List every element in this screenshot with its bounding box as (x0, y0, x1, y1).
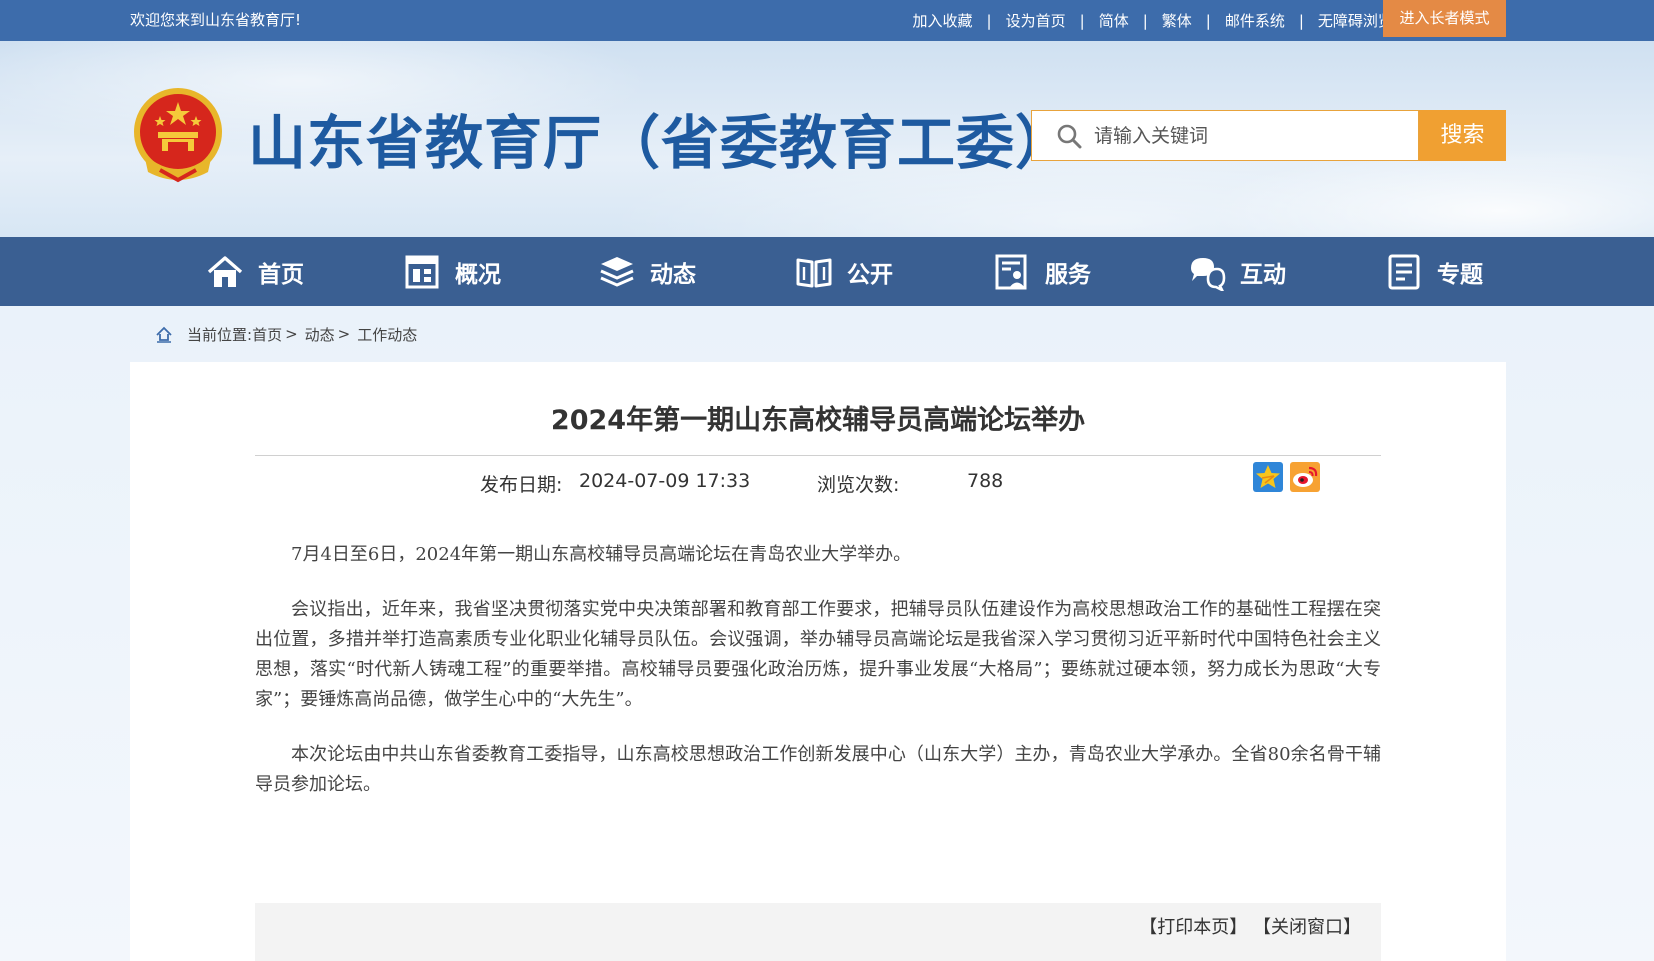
nav-item-interaction[interactable]: 互动 (1188, 237, 1286, 306)
search-box (1031, 110, 1419, 161)
nav-label: 概况 (455, 261, 501, 288)
search-button[interactable]: 搜索 (1419, 110, 1506, 161)
nav-item-overview[interactable]: 概况 (403, 237, 501, 306)
weibo-icon[interactable] (1290, 462, 1320, 492)
top-links: 加入收藏 | 设为首页 | 简体 | 繁体 | 邮件系统 | 无障碍浏览 | (913, 0, 1426, 41)
nav-label: 首页 (258, 261, 304, 288)
article-footer-bar: 【打印本页】 【关闭窗口】 (255, 903, 1381, 961)
breadcrumb-separator: > (285, 325, 298, 343)
service-icon (995, 254, 1027, 289)
nav-item-special[interactable]: 专题 (1385, 237, 1483, 306)
simplified-chinese-link[interactable]: 简体 (1099, 10, 1129, 31)
nav-item-home[interactable]: 首页 (206, 237, 304, 306)
welcome-text: 欢迎您来到山东省教育厅! (130, 11, 302, 29)
national-emblem-icon (134, 88, 222, 183)
qzone-star-icon[interactable] (1253, 462, 1283, 492)
nav-label: 专题 (1437, 261, 1483, 288)
footer-links: 【打印本页】 【关闭窗口】 (1139, 903, 1361, 953)
set-homepage-link[interactable]: 设为首页 (1006, 10, 1066, 31)
main-nav: 首页 概况 动态 公开 服务 互动 专题 (0, 237, 1654, 306)
chat-bubbles-icon (1191, 257, 1226, 291)
link-separator: | (1205, 11, 1211, 30)
breadcrumb: 当前位置: 首页 > 动态 > 工作动态 (155, 322, 417, 346)
top-bar: 欢迎您来到山东省教育厅! 加入收藏 | 设为首页 | 简体 | 繁体 | 邮件系… (0, 0, 1654, 41)
nav-label: 互动 (1240, 261, 1286, 288)
article-card: 2024年第一期山东高校辅导员高端论坛举办 发布日期: 2024-07-09 1… (130, 362, 1506, 961)
link-separator: | (1298, 11, 1304, 30)
views-label: 浏览次数: (817, 474, 900, 496)
article-body: 7月4日至6日，2024年第一期山东高校辅导员高端论坛在青岛农业大学举办。 会议… (255, 540, 1381, 825)
nav-item-open[interactable]: 公开 (795, 237, 893, 306)
nav-label: 动态 (650, 261, 696, 288)
article-title: 2024年第一期山东高校辅导员高端论坛举办 (550, 405, 1086, 436)
article-paragraph: 7月4日至6日，2024年第一期山东高校辅导员高端论坛在青岛农业大学举办。 (291, 544, 912, 565)
breadcrumb-work-news[interactable]: 工作动态 (357, 324, 417, 345)
nav-item-service[interactable]: 服务 (993, 237, 1091, 306)
site-title: 山东省教育厅（省委教育工委） (248, 109, 1075, 177)
news-stack-icon (600, 256, 634, 287)
search-icon (1057, 124, 1082, 149)
link-separator: | (986, 11, 992, 30)
link-separator: | (1079, 11, 1085, 30)
nav-item-news[interactable]: 动态 (598, 237, 696, 306)
date-value: 2024-07-09 17:33 (579, 470, 751, 492)
article-paragraph: 本次论坛由中共山东省委教育工委指导，山东高校思想政治工作创新发展中心（山东大学）… (255, 744, 1381, 795)
elder-mode-button[interactable]: 进入长者模式 (1383, 0, 1506, 37)
breadcrumb-home[interactable]: 首页 (252, 324, 282, 345)
home-icon (156, 326, 172, 343)
article-paragraph: 会议指出，近年来，我省坚决贯彻落实党中央决策部署和教育部工作要求，把辅导员队伍建… (255, 599, 1381, 710)
add-favorite-link[interactable]: 加入收藏 (913, 10, 973, 31)
views-value: 788 (967, 470, 1004, 492)
date-label: 发布日期: (480, 474, 563, 496)
traditional-chinese-link[interactable]: 繁体 (1162, 10, 1192, 31)
breadcrumb-prefix: 当前位置: (187, 325, 253, 344)
link-separator: | (1142, 11, 1148, 30)
breadcrumb-separator: > (337, 325, 351, 343)
accessibility-link[interactable]: 无障碍浏览 (1318, 10, 1393, 31)
search-input[interactable] (1094, 121, 1404, 151)
overview-icon (405, 255, 439, 288)
nav-label: 公开 (847, 261, 893, 288)
breadcrumb-news[interactable]: 动态 (305, 324, 335, 345)
open-book-icon (796, 258, 832, 287)
document-list-icon (1388, 254, 1420, 289)
nav-label: 服务 (1045, 261, 1091, 288)
title-divider (255, 455, 1381, 456)
mail-system-link[interactable]: 邮件系统 (1225, 10, 1285, 31)
home-icon (207, 255, 243, 287)
close-window-link[interactable]: 【关闭窗口】 (1253, 917, 1361, 938)
print-page-link[interactable]: 【打印本页】 (1139, 917, 1247, 938)
